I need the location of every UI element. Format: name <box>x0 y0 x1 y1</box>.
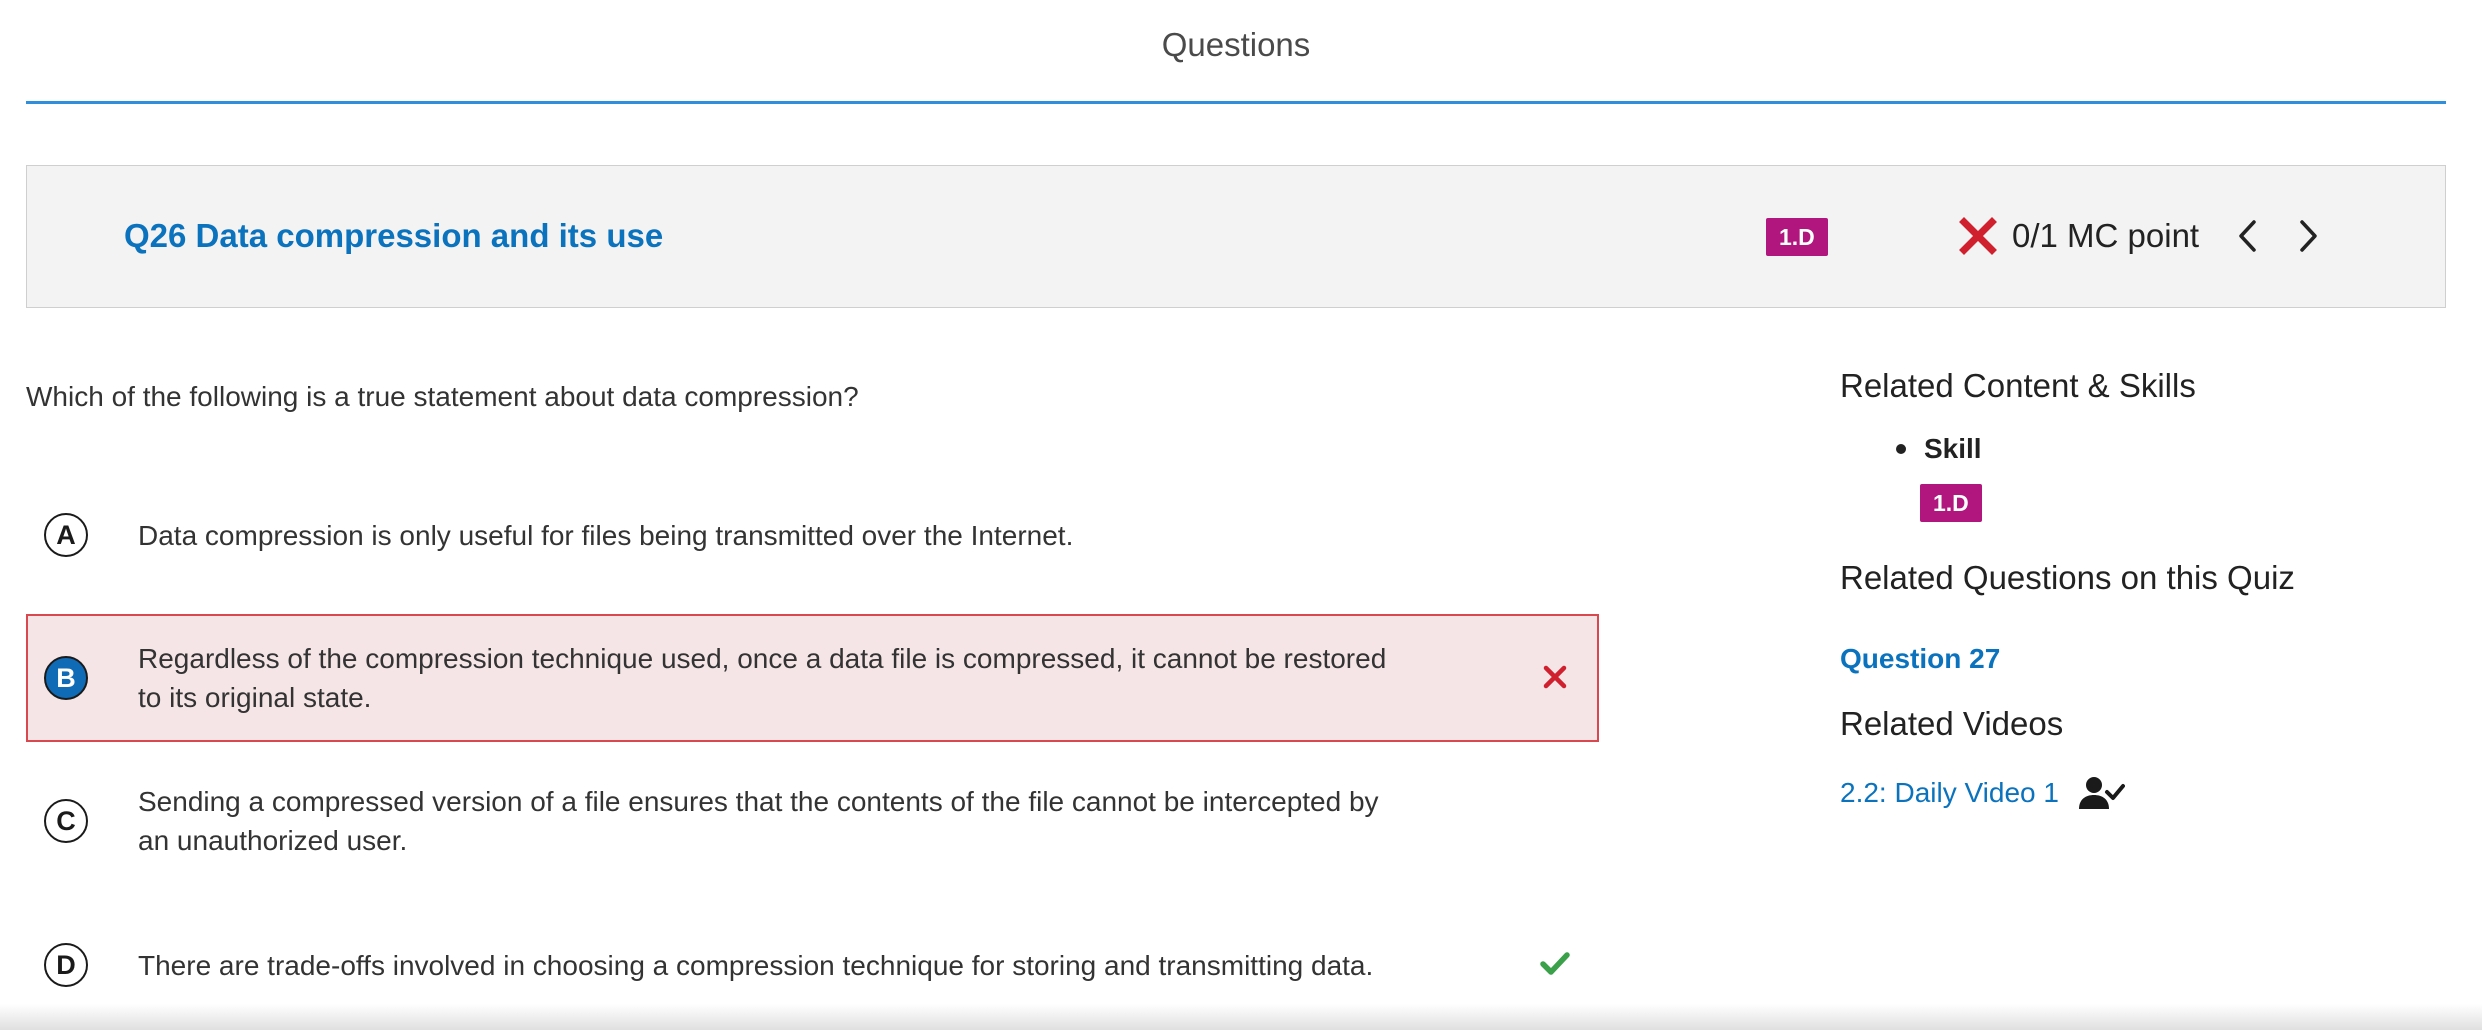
choice-letter: B <box>44 656 88 700</box>
choice-text: Data compression is only useful for file… <box>138 519 1074 551</box>
choice-a[interactable]: A Data compression is only useful for fi… <box>26 471 1599 599</box>
video-row: 2.2: Daily Video 1 <box>1840 775 2125 811</box>
related-question-link[interactable]: Question 27 <box>1840 643 2000 675</box>
question-prompt: Which of the following is a true stateme… <box>26 381 859 412</box>
related-videos-heading: Related Videos <box>1840 705 2064 742</box>
video-link[interactable]: 2.2: Daily Video 1 <box>1840 777 2059 809</box>
incorrect-mark <box>1538 660 1572 694</box>
question-title[interactable]: Q26 Data compression and its use <box>124 217 663 255</box>
quiz-results-page: Questions Q26 Data compression and its u… <box>0 0 2482 1030</box>
choice-text: Sending a compressed version of a file e… <box>138 786 1379 856</box>
skill-list: Skill 1.D <box>1896 433 1982 522</box>
choice-letter: D <box>44 943 88 987</box>
bottom-shadow <box>0 1004 2482 1030</box>
person-check-icon <box>2078 777 2125 809</box>
correct-mark <box>1538 947 1572 981</box>
close-icon <box>1543 665 1567 689</box>
skill-label: Skill <box>1924 433 1982 464</box>
choice-letter: C <box>44 799 88 843</box>
bullet <box>1896 444 1906 454</box>
checkmark-icon <box>1540 952 1570 975</box>
skill-badge: 1.D <box>1920 484 1982 522</box>
related-questions-heading: Related Questions on this Quiz <box>1840 559 2295 596</box>
choice-b[interactable]: B Regardless of the compression techniqu… <box>26 614 1599 742</box>
related-sidebar: Related Content & Skills Skill 1.D Relat… <box>1840 0 2460 1030</box>
choice-c[interactable]: C Sending a compressed version of a file… <box>26 757 1599 885</box>
related-content-heading: Related Content & Skills <box>1840 367 2196 404</box>
choice-letter: A <box>44 513 88 557</box>
choice-text: Regardless of the compression technique … <box>138 643 1387 713</box>
skill-list-item: Skill <box>1896 433 1982 465</box>
skill-badge: 1.D <box>1766 218 1828 256</box>
